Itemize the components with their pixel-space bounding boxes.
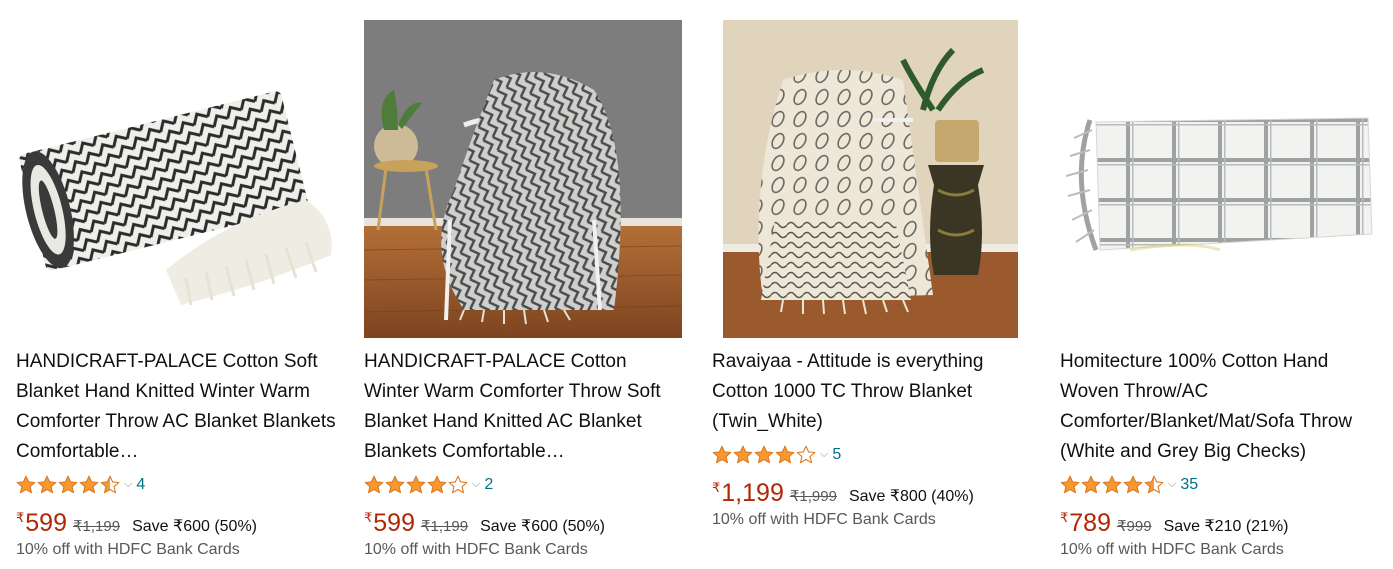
- savings-text: Save ₹600 (50%): [132, 518, 258, 535]
- rating-count-link[interactable]: 5: [832, 446, 841, 464]
- price: 789: [1069, 509, 1111, 537]
- savings-text: Save ₹800 (40%): [848, 488, 974, 505]
- star-full-icon: [37, 475, 57, 494]
- star-half-icon: [1144, 475, 1164, 494]
- product-image: [723, 20, 1018, 338]
- product-image-link[interactable]: [1060, 20, 1378, 338]
- price-row[interactable]: ₹ 789 ₹999 Save ₹210 (21%): [1060, 509, 1289, 539]
- star-rating: [364, 475, 468, 495]
- list-price: ₹1,199: [73, 518, 121, 535]
- rating-count-link[interactable]: 35: [1180, 476, 1198, 494]
- star-full-icon: [1123, 475, 1143, 494]
- price: 599: [373, 509, 415, 537]
- star-full-icon: [16, 475, 36, 494]
- currency-symbol: ₹: [364, 510, 373, 525]
- product-image-link[interactable]: [364, 20, 682, 338]
- product-image-link[interactable]: [723, 20, 1018, 338]
- product-title-link[interactable]: HANDICRAFT-PALACE Cotton Soft Blanket Ha…: [16, 347, 336, 467]
- product-card: HANDICRAFT-PALACE Cotton Soft Blanket Ha…: [16, 0, 346, 569]
- product-card: HANDICRAFT-PALACE Cotton Winter Warm Com…: [364, 0, 694, 569]
- star-full-icon: [1081, 475, 1101, 494]
- product-image: [1060, 20, 1378, 338]
- price-row[interactable]: ₹ 1,199 ₹1,999 Save ₹800 (40%): [712, 479, 974, 509]
- product-card: Ravaiyaa - Attitude is everything Cotton…: [712, 0, 1042, 569]
- currency-symbol: ₹: [712, 480, 721, 495]
- product-image: [16, 20, 334, 338]
- star-full-icon: [58, 475, 78, 494]
- rating-row[interactable]: ⌵ 5: [712, 443, 841, 467]
- star-full-icon: [427, 475, 447, 494]
- product-card: Homitecture 100% Cotton Hand Woven Throw…: [1060, 0, 1390, 569]
- list-price: ₹1,199: [421, 518, 469, 535]
- savings-text: Save ₹210 (21%): [1163, 518, 1289, 535]
- star-half-icon: [100, 475, 120, 494]
- star-full-icon: [1102, 475, 1122, 494]
- product-title-link[interactable]: HANDICRAFT-PALACE Cotton Winter Warm Com…: [364, 347, 684, 467]
- rating-row[interactable]: ⌵ 35: [1060, 473, 1198, 497]
- bank-offer-text: 10% off with HDFC Bank Cards: [712, 511, 936, 528]
- star-full-icon: [775, 445, 795, 464]
- currency-symbol: ₹: [1060, 510, 1069, 525]
- star-full-icon: [406, 475, 426, 494]
- price: 599: [25, 509, 67, 537]
- price-row[interactable]: ₹ 599 ₹1,199 Save ₹600 (50%): [16, 509, 257, 539]
- currency-symbol: ₹: [16, 510, 25, 525]
- star-full-icon: [754, 445, 774, 464]
- bank-offer-text: 10% off with HDFC Bank Cards: [364, 541, 588, 558]
- product-title-link[interactable]: Ravaiyaa - Attitude is everything Cotton…: [712, 347, 1032, 437]
- bank-offer-text: 10% off with HDFC Bank Cards: [16, 541, 240, 558]
- star-full-icon: [712, 445, 732, 464]
- savings-text: Save ₹600 (50%): [480, 518, 606, 535]
- star-full-icon: [733, 445, 753, 464]
- chevron-down-icon[interactable]: ⌵: [472, 478, 480, 491]
- rating-count-link[interactable]: 4: [136, 476, 145, 494]
- product-title-link[interactable]: Homitecture 100% Cotton Hand Woven Throw…: [1060, 347, 1380, 467]
- list-price: ₹1,999: [789, 488, 837, 505]
- star-rating: [712, 445, 816, 465]
- product-image-link[interactable]: [16, 20, 334, 338]
- list-price: ₹999: [1117, 518, 1152, 535]
- product-grid: HANDICRAFT-PALACE Cotton Soft Blanket Ha…: [0, 0, 1393, 569]
- rating-row[interactable]: ⌵ 2: [364, 473, 493, 497]
- chevron-down-icon[interactable]: ⌵: [124, 478, 132, 491]
- chevron-down-icon[interactable]: ⌵: [820, 448, 828, 461]
- rating-count-link[interactable]: 2: [484, 476, 493, 494]
- star-rating: [16, 475, 120, 495]
- star-rating: [1060, 475, 1164, 495]
- chevron-down-icon[interactable]: ⌵: [1168, 478, 1176, 491]
- star-empty-icon: [448, 475, 468, 494]
- star-full-icon: [385, 475, 405, 494]
- product-image: [364, 20, 682, 338]
- price: 1,199: [721, 479, 784, 507]
- rating-row[interactable]: ⌵ 4: [16, 473, 145, 497]
- bank-offer-text: 10% off with HDFC Bank Cards: [1060, 541, 1284, 558]
- star-full-icon: [79, 475, 99, 494]
- price-row[interactable]: ₹ 599 ₹1,199 Save ₹600 (50%): [364, 509, 605, 539]
- star-full-icon: [364, 475, 384, 494]
- star-full-icon: [1060, 475, 1080, 494]
- star-empty-icon: [796, 445, 816, 464]
